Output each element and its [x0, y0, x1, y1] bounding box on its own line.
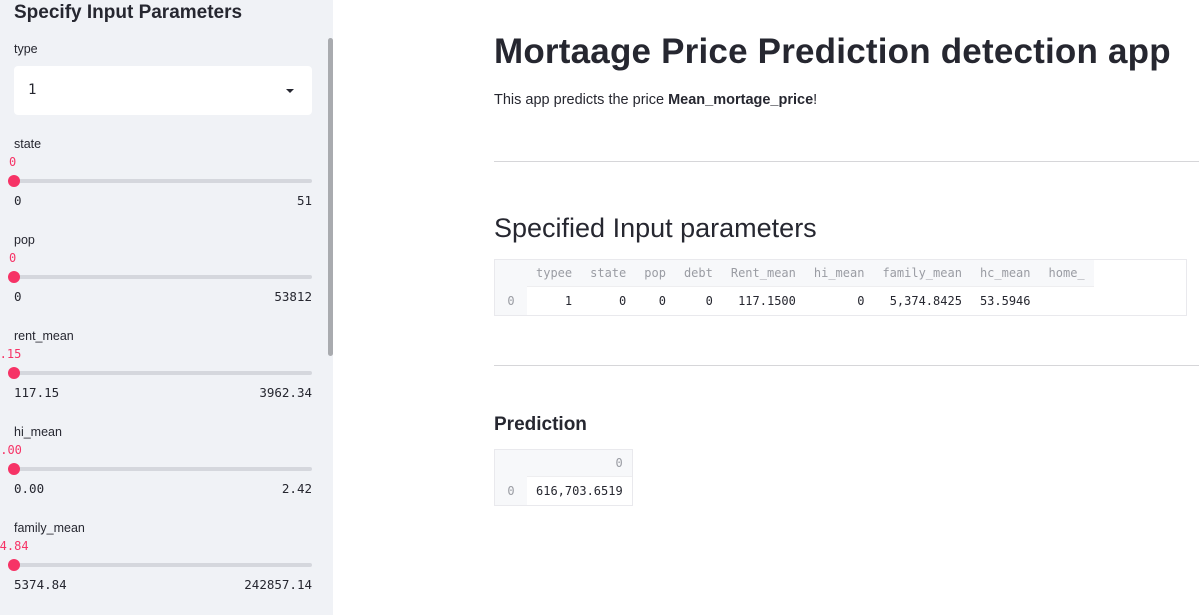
table-cell: 0 — [635, 286, 675, 315]
type-select-value: 1 — [28, 82, 37, 98]
params-table: typee state pop debt Rent_mean hi_mean f… — [495, 260, 1094, 315]
slider-track-family-mean[interactable] — [8, 559, 312, 571]
row-index: 0 — [495, 286, 527, 315]
table-cell: 1 — [527, 286, 582, 315]
table-row: 0 616,703.6519 — [495, 476, 632, 505]
params-col-header: hi_mean — [804, 260, 874, 287]
intro-suffix: ! — [813, 92, 818, 108]
params-col-header: typee — [527, 260, 582, 287]
slider-label-pop: pop — [14, 233, 35, 247]
slider-max-family-mean: 242857.14 — [244, 577, 312, 592]
slider-value-state: 0 — [9, 155, 17, 169]
slider-thumb-family-mean[interactable] — [8, 559, 20, 571]
params-col-header: pop — [635, 260, 675, 287]
table-cell: 5,374.8425 — [873, 286, 971, 315]
main-content: Mortaage Price Prediction detection app … — [334, 0, 1199, 615]
slider-max-pop: 53812 — [274, 289, 312, 304]
sidebar-scrollbar[interactable] — [328, 38, 333, 356]
row-index: 0 — [495, 476, 527, 505]
table-cell — [1039, 286, 1094, 315]
page-title: Mortaage Price Prediction detection app — [494, 32, 1171, 71]
prediction-heading: Prediction — [494, 414, 587, 435]
params-header-row: typee state pop debt Rent_mean hi_mean f… — [495, 260, 1094, 287]
slider-min-hi-mean: 0.00 — [14, 481, 45, 496]
sidebar: Specify Input Parameters type 1 state 0 … — [0, 0, 333, 615]
params-col-header: home_ — [1039, 260, 1094, 287]
slider-value-family-mean: 5374.84 — [0, 539, 29, 553]
slider-min-rent-mean: 117.15 — [14, 385, 60, 400]
divider — [494, 161, 1199, 162]
prediction-col-header — [495, 450, 527, 477]
params-dataframe[interactable]: typee state pop debt Rent_mean hi_mean f… — [494, 259, 1187, 316]
intro-prefix: This app predicts the price — [494, 92, 669, 108]
slider-value-hi-mean: 0.00 — [0, 443, 22, 457]
slider-min-pop: 0 — [14, 289, 22, 304]
slider-label-rent-mean: rent_mean — [14, 329, 74, 343]
divider — [494, 365, 1199, 366]
prediction-value: 616,703.6519 — [527, 476, 632, 505]
type-select-label: type — [14, 42, 38, 56]
slider-min-state: 0 — [14, 193, 22, 208]
params-col-header: state — [581, 260, 636, 287]
prediction-table: 0 0 616,703.6519 — [495, 450, 632, 505]
table-cell: 53.5946 — [970, 286, 1040, 315]
params-col-header: debt — [674, 260, 722, 287]
prediction-header-row: 0 — [495, 450, 632, 477]
slider-thumb-state[interactable] — [8, 175, 20, 187]
intro-bold: Mean_mortage_price — [668, 92, 814, 108]
params-col-header: hc_mean — [970, 260, 1040, 287]
params-heading: Specified Input parameters — [494, 213, 817, 243]
slider-thumb-rent-mean[interactable] — [8, 367, 20, 379]
params-col-header: Rent_mean — [721, 260, 805, 287]
slider-value-pop: 0 — [9, 251, 17, 265]
slider-thumb-hi-mean[interactable] — [8, 463, 20, 475]
params-col-header: family_mean — [873, 260, 971, 287]
chevron-down-icon[interactable] — [286, 89, 294, 93]
slider-label-state: state — [14, 137, 42, 151]
prediction-col-header: 0 — [527, 450, 632, 477]
slider-thumb-pop[interactable] — [8, 271, 20, 283]
table-cell: 0 — [804, 286, 874, 315]
prediction-dataframe[interactable]: 0 0 616,703.6519 — [494, 449, 633, 506]
slider-label-family-mean: family_mean — [14, 521, 85, 535]
slider-track-rent-mean[interactable] — [8, 367, 312, 379]
table-row: 0 1 0 0 0 117.1500 0 5,374.8425 53.5946 — [495, 286, 1094, 315]
table-cell: 0 — [674, 286, 722, 315]
intro-text: This app predicts the price Mean_mortage… — [494, 92, 817, 108]
slider-track-pop[interactable] — [8, 271, 312, 283]
slider-min-family-mean: 5374.84 — [14, 577, 67, 592]
slider-max-state: 51 — [296, 193, 312, 208]
table-cell: 117.1500 — [721, 286, 805, 315]
table-cell: 0 — [581, 286, 636, 315]
slider-track-hi-mean[interactable] — [8, 463, 312, 475]
slider-track-state[interactable] — [8, 175, 312, 187]
slider-label-hi-mean: hi_mean — [14, 425, 62, 439]
slider-max-rent-mean: 3962.34 — [259, 385, 312, 400]
slider-value-rent-mean: 117.15 — [0, 347, 22, 361]
slider-max-hi-mean: 2.42 — [281, 481, 312, 496]
params-col-header — [495, 260, 527, 287]
type-select[interactable]: 1 — [14, 66, 312, 115]
sidebar-title: Specify Input Parameters — [14, 2, 243, 23]
